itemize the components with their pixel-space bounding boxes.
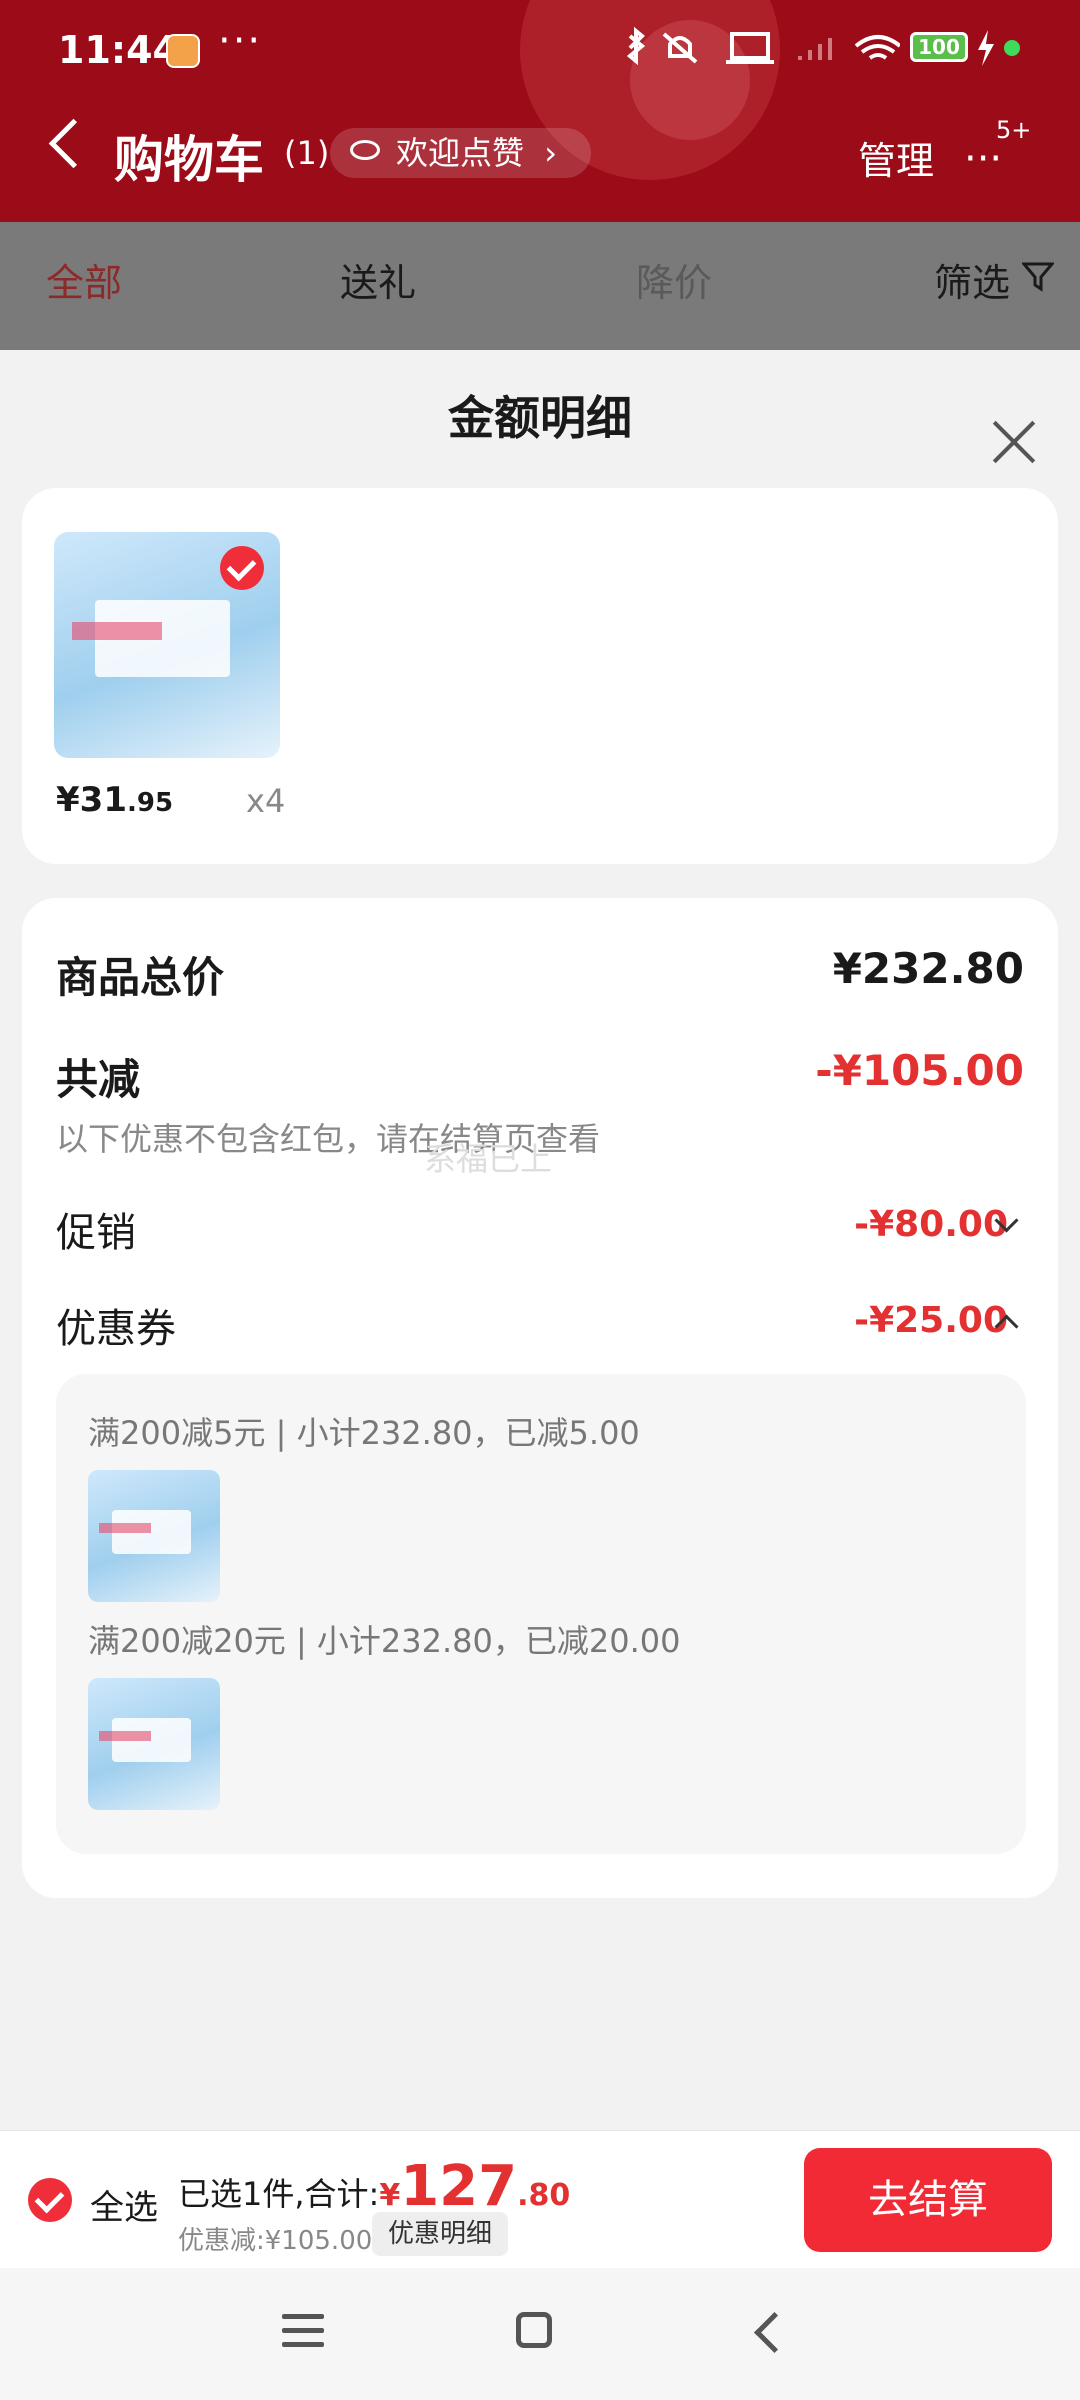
- product-label-graphic: [98, 1522, 152, 1534]
- total-price-label: 商品总价: [56, 953, 225, 1002]
- status-icons: 100: [620, 26, 1040, 76]
- bluetooth-icon: [626, 26, 646, 66]
- select-all-label[interactable]: 全选: [90, 2180, 158, 2229]
- eye-icon: [350, 140, 380, 160]
- battery-icon: 100: [910, 32, 968, 62]
- product-price-dec: .95: [126, 788, 174, 818]
- mute-icon: [662, 32, 698, 64]
- praise-pill-button[interactable]: 欢迎点赞 ›: [330, 128, 591, 178]
- product-label-graphic: [72, 622, 163, 641]
- privacy-dot-icon: [1004, 40, 1020, 56]
- chevron-right-icon: ›: [544, 134, 557, 172]
- status-time: 11:44: [58, 28, 179, 72]
- tab-bar: [0, 222, 1080, 350]
- total-price-value: ¥232.80: [832, 944, 1024, 993]
- discount-summary: 优惠减:¥105.00: [178, 2226, 373, 2256]
- laptop-icon: [730, 32, 770, 60]
- discount-detail-tag[interactable]: 优惠明细: [372, 2212, 509, 2256]
- manage-button[interactable]: 管理: [858, 130, 934, 185]
- coupon-product-thumbnail[interactable]: [88, 1470, 220, 1602]
- praise-label: 欢迎点赞: [396, 134, 525, 172]
- wifi-icon: [854, 35, 900, 60]
- filter-icon[interactable]: [1022, 260, 1054, 292]
- watermark-text: 系福已上: [424, 1140, 553, 1178]
- discount-label: 共减: [56, 1055, 141, 1104]
- promotion-value[interactable]: -¥80.00: [854, 1204, 1008, 1245]
- home-icon[interactable]: [516, 2312, 552, 2348]
- page-title: 购物车: [114, 131, 264, 189]
- checkout-button[interactable]: 去结算: [804, 2148, 1052, 2252]
- promotion-label[interactable]: 促销: [56, 1200, 136, 1258]
- product-quantity: x4: [246, 782, 286, 820]
- signal-icon: [798, 38, 832, 60]
- select-all-check-icon[interactable]: [28, 2178, 72, 2222]
- selected-total: 已选1件,合计:¥127.80: [178, 2154, 570, 2219]
- close-icon[interactable]: [990, 418, 1038, 466]
- selected-text: 已选1件,合计:: [178, 2175, 380, 2213]
- status-more-dots: ···: [218, 18, 263, 64]
- tab-price-drop[interactable]: 降价: [636, 252, 712, 307]
- product-price-int: ¥31: [56, 780, 127, 820]
- charging-icon: [978, 30, 994, 66]
- product-price: ¥31.95: [56, 780, 173, 820]
- more-badge: 5+: [996, 116, 1032, 144]
- product-label-graphic: [98, 1730, 152, 1742]
- coupon-value[interactable]: -¥25.00: [854, 1300, 1008, 1341]
- coupon-product-thumbnail[interactable]: [88, 1678, 220, 1810]
- sheet-title: 金额明细: [448, 391, 632, 445]
- discount-value: -¥105.00: [815, 1046, 1024, 1095]
- coupon-line-2: 满200减20元 | 小计232.80，已减20.00: [88, 1622, 681, 1660]
- tab-gift[interactable]: 送礼: [340, 252, 416, 307]
- tab-filter[interactable]: 筛选: [934, 252, 1010, 307]
- coupon-label[interactable]: 优惠券: [56, 1296, 176, 1354]
- status-indicator-icons: [626, 26, 900, 66]
- cart-count: (1): [284, 134, 330, 172]
- total-int: 127: [400, 2154, 518, 2219]
- total-currency: ¥: [379, 2178, 401, 2213]
- tab-all[interactable]: 全部: [46, 252, 122, 307]
- menu-icon[interactable]: [282, 2314, 324, 2348]
- coupon-line-1: 满200减5元 | 小计232.80，已减5.00: [88, 1414, 640, 1452]
- app-notification-icon: [166, 34, 200, 68]
- product-selected-check-icon[interactable]: [220, 546, 264, 590]
- total-dec: .80: [517, 2178, 571, 2213]
